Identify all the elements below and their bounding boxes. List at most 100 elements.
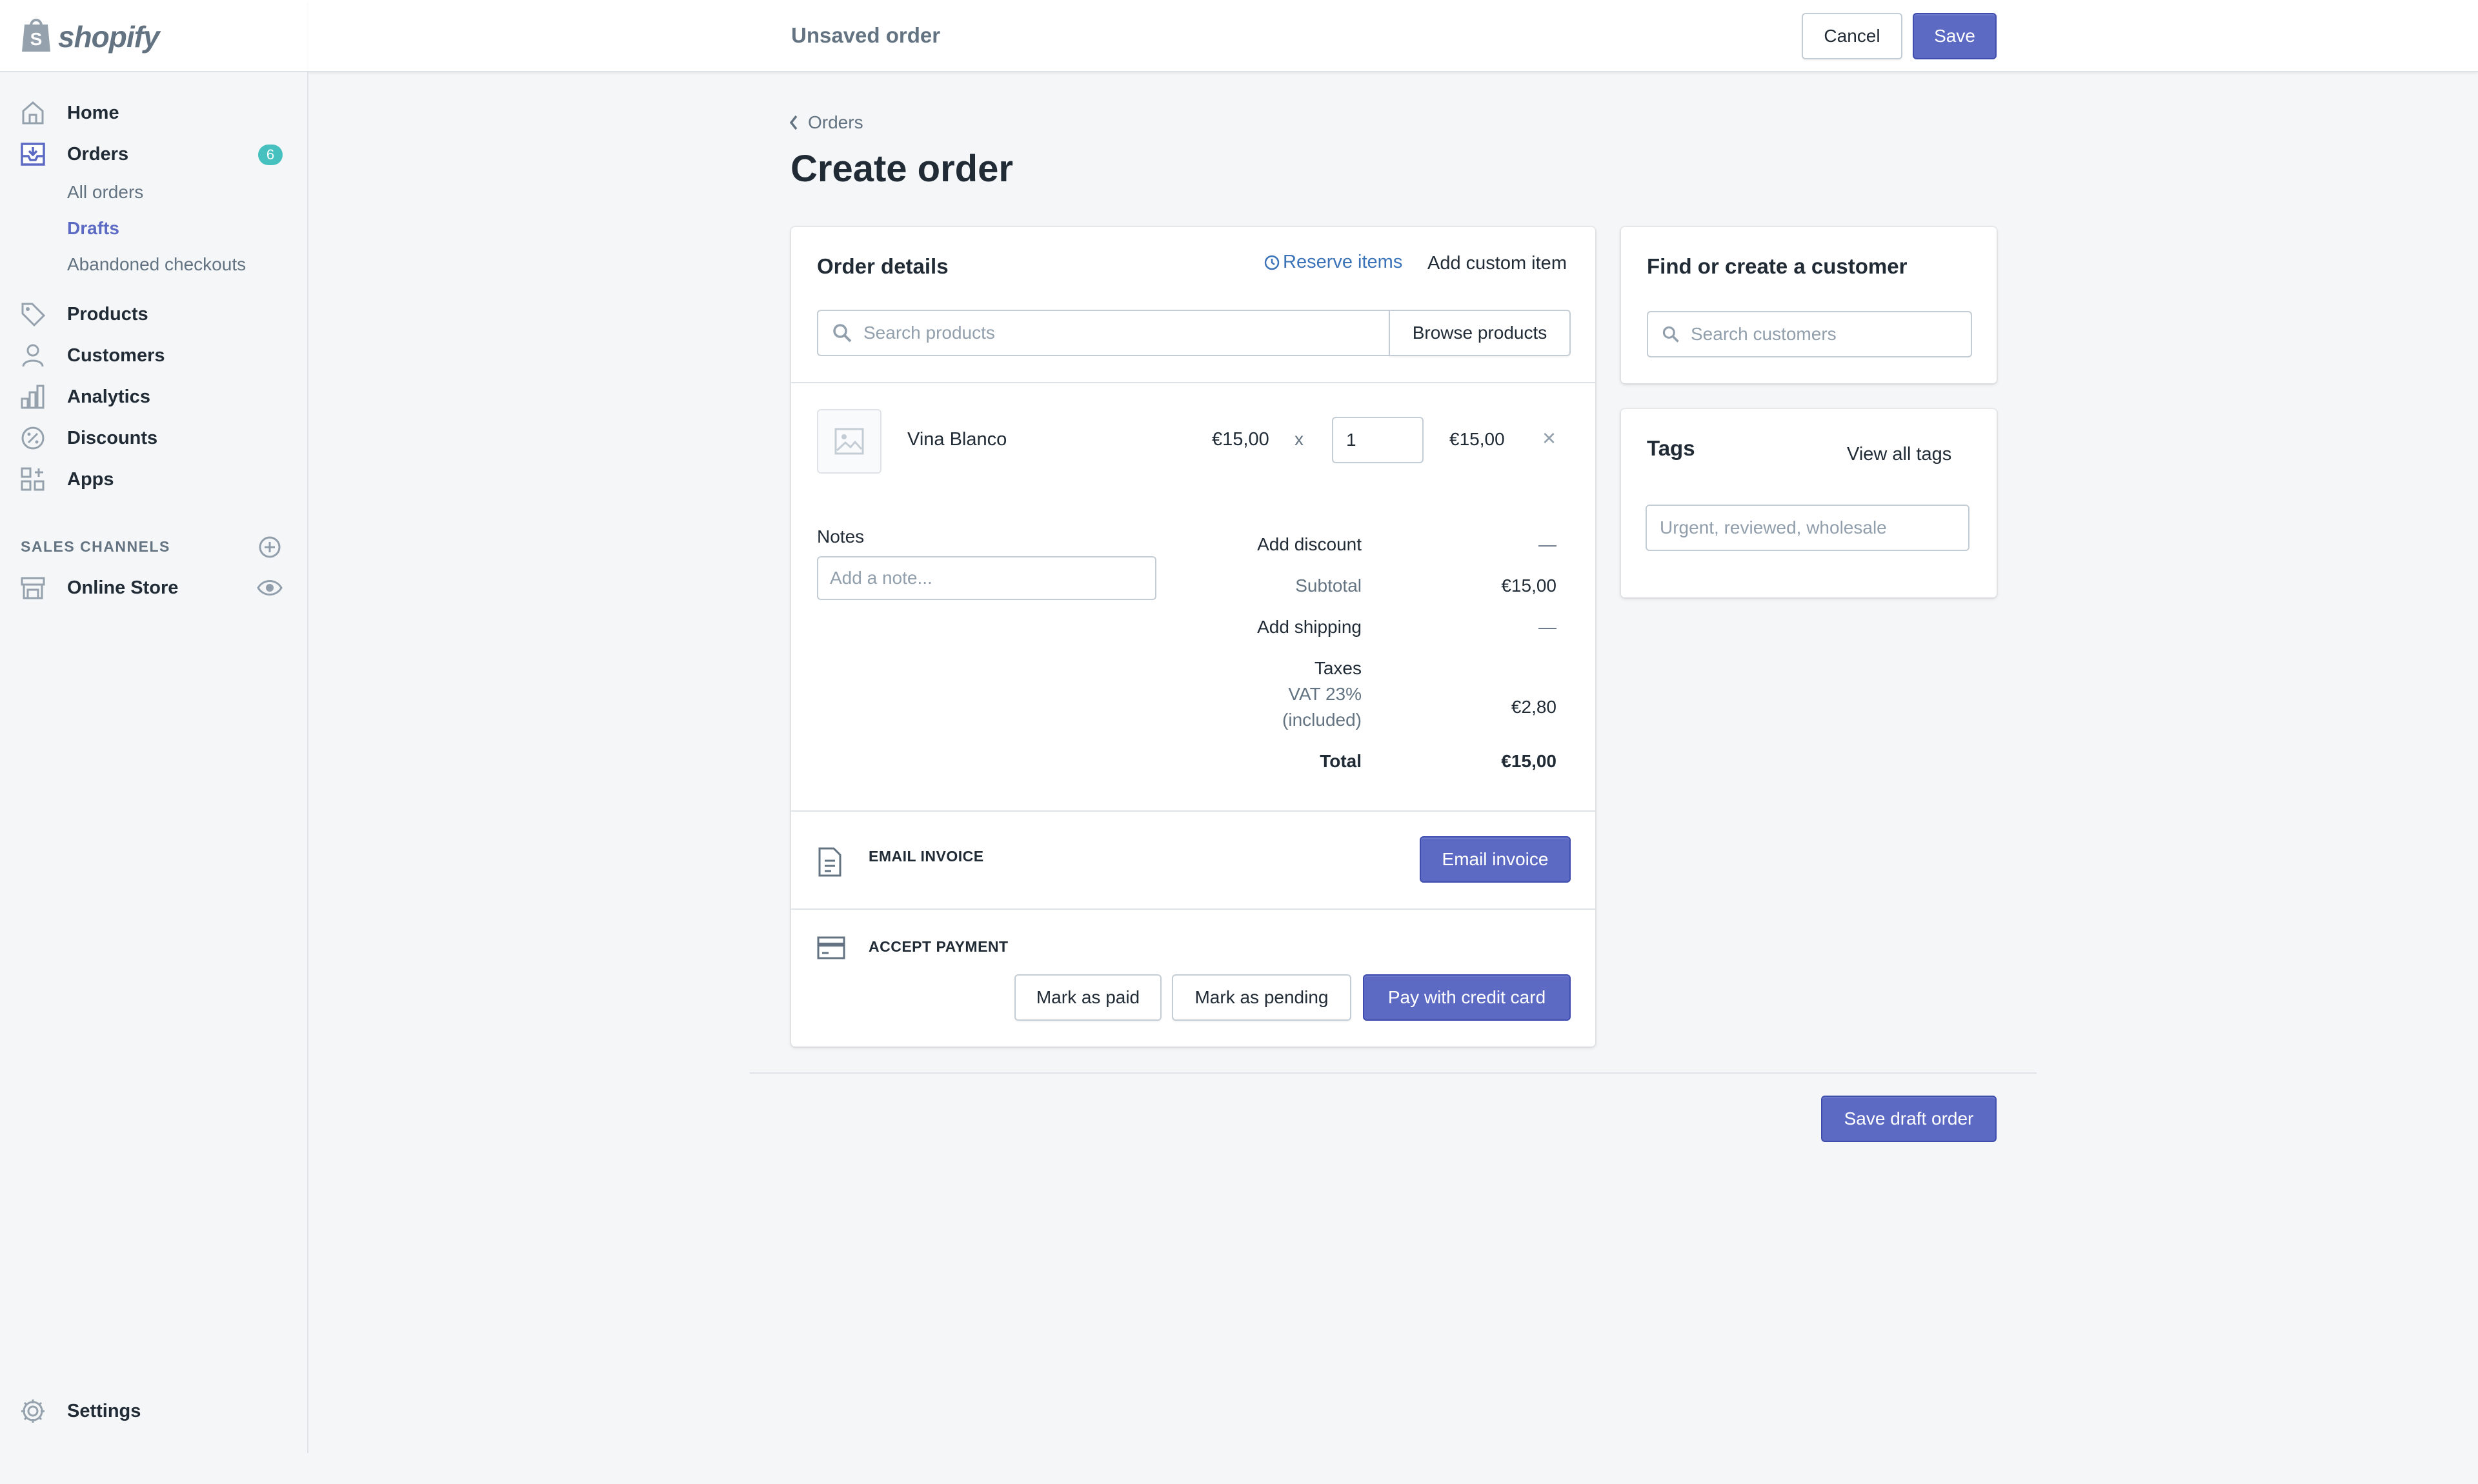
divider [791,908,1595,910]
tags-card: Tags View all tags Urgent, reviewed, who… [1621,409,1997,597]
unsaved-order-title: Unsaved order [791,23,941,47]
sidebar-item-label: Orders [67,143,129,165]
shopify-bag-icon: S [22,19,50,52]
sidebar-item-label: Settings [67,1400,141,1421]
sidebar-item-settings[interactable]: Settings [0,1390,308,1432]
sidebar-item-label: Products [67,303,148,325]
divider [791,810,1595,812]
customer-card: Find or create a customer Search custome… [1621,227,1997,383]
breadcrumb-orders-link[interactable]: Orders [808,112,863,133]
sidebar-item-customers[interactable]: Customers [0,335,308,376]
add-discount-link[interactable]: Add discount [1257,534,1362,555]
tags-placeholder: Urgent, reviewed, wholesale [1660,517,1887,537]
cancel-button[interactable]: Cancel [1802,13,1902,59]
chevron-left-icon [789,115,798,130]
add-custom-item-link[interactable]: Add custom item [1427,253,1567,274]
orders-count-badge: 6 [258,145,283,165]
shopify-logo-text[interactable]: shopify [58,19,160,54]
mark-as-pending-button[interactable]: Mark as pending [1172,974,1351,1021]
reserve-items-link[interactable]: Reserve items [1264,252,1402,273]
customer-card-title: Find or create a customer [1647,254,1908,278]
home-icon [22,101,44,125]
view-all-tags-link[interactable]: View all tags [1847,444,1951,465]
order-details-card: Order details Reserve items Add custom i… [791,227,1595,1047]
accept-payment-heading: ACCEPT PAYMENT [869,938,1009,955]
sidebar-item-label: Customers [67,345,165,366]
footer-divider [750,1072,2037,1074]
sidebar-item-analytics[interactable]: Analytics [0,376,308,417]
sidebar-item-apps[interactable]: Apps [0,459,308,500]
product-thumbnail [817,409,881,474]
notes-label: Notes [817,526,865,546]
sidebar-subitem-drafts[interactable]: Drafts [67,218,119,239]
line-item-times: x [1294,429,1304,449]
discount-value: — [1538,534,1556,554]
apps-icon [21,467,45,491]
taxes-link[interactable]: Taxes [1315,658,1362,679]
sidebar-subitem-all-orders[interactable]: All orders [67,182,143,203]
vat-label: VAT 23% [1288,684,1362,704]
sidebar-item-label: Online Store [67,577,179,598]
search-customers-input[interactable]: Search customers [1647,311,1972,357]
divider [791,382,1595,383]
person-icon [22,344,44,367]
save-button[interactable]: Save [1913,13,1997,59]
sidebar-item-label: Home [67,102,119,123]
search-customers-placeholder: Search customers [1691,324,1837,344]
remove-line-item-icon[interactable]: × [1542,425,1556,452]
add-channel-icon[interactable] [258,536,281,559]
line-item-product-link[interactable]: Vina Blanco [907,429,1007,450]
breadcrumb[interactable]: Orders [789,110,863,135]
subtotal-label: Subtotal [1295,576,1362,596]
total-value: €15,00 [1501,751,1556,771]
total-label: Total [1320,751,1362,771]
browse-products-button[interactable]: Browse products [1389,310,1571,356]
tags-input[interactable]: Urgent, reviewed, wholesale [1646,505,1969,551]
view-store-eye-icon[interactable] [257,577,283,598]
sidebar-item-label: Discounts [67,427,158,448]
notes-input[interactable]: Add a note... [817,556,1156,600]
top-bar: Unsaved order Cancel Save [308,0,2478,72]
sidebar-subitem-abandoned-checkouts[interactable]: Abandoned checkouts [67,254,246,275]
save-draft-order-button[interactable]: Save draft order [1821,1096,1997,1142]
orders-icon [21,143,45,166]
page-title: Create order [791,148,1013,190]
store-icon [21,577,45,599]
email-invoice-button[interactable]: Email invoice [1420,836,1571,883]
vat-included-label: (included) [1282,710,1362,730]
gear-icon [21,1399,45,1423]
reserve-items-label: Reserve items [1283,252,1403,272]
sales-channels-heading: SALES CHANNELS [21,538,170,555]
search-icon [833,324,852,343]
svg-text:S: S [30,29,43,49]
quantity-input[interactable]: 1 [1332,417,1424,463]
sidebar-item-products[interactable]: Products [0,294,308,335]
shipping-value: — [1538,617,1556,637]
add-shipping-link[interactable]: Add shipping [1257,617,1362,637]
search-products-input[interactable]: Search products [817,310,1390,356]
tags-title: Tags [1647,436,1695,460]
order-details-title: Order details [817,254,949,278]
sidebar: S shopify Home Orders 6 All orders Draft… [0,0,308,1453]
mark-as-paid-button[interactable]: Mark as paid [1014,974,1162,1021]
sidebar-item-discounts[interactable]: Discounts [0,417,308,459]
taxes-value: €2,80 [1511,697,1556,717]
line-item-total: €15,00 [1449,429,1505,449]
pay-with-credit-card-button[interactable]: Pay with credit card [1363,974,1571,1021]
clock-icon [1264,255,1280,270]
credit-card-icon [817,936,845,959]
discount-icon [21,426,45,450]
search-products-placeholder: Search products [863,323,995,343]
email-invoice-heading: EMAIL INVOICE [869,848,984,865]
line-item-unit-price[interactable]: €15,00 [1212,429,1269,450]
tag-icon [21,303,46,327]
sidebar-item-label: Apps [67,468,114,490]
document-icon [818,847,841,877]
logo-area: S shopify [0,0,308,72]
subtotal-value: €15,00 [1501,576,1556,596]
notes-placeholder: Add a note... [830,568,932,588]
bar-chart-icon [21,385,45,409]
sidebar-item-home[interactable]: Home [0,92,308,134]
image-placeholder-icon [834,428,864,455]
sidebar-item-label: Analytics [67,386,150,407]
